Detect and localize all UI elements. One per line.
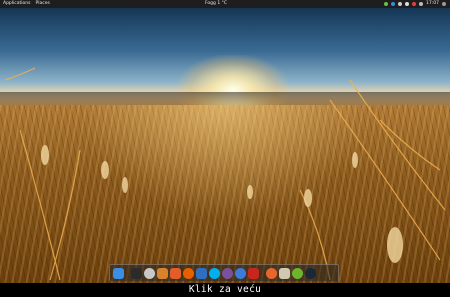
top-panel: Applications Places Fogg 1 °C 17:07 <box>0 0 450 8</box>
grass-stems <box>4 67 446 281</box>
places-menu[interactable]: Places <box>36 0 50 8</box>
wifi-icon[interactable] <box>405 2 410 6</box>
pdf-icon[interactable] <box>248 267 259 279</box>
android-icon[interactable] <box>292 267 303 279</box>
media-icon[interactable] <box>266 267 277 279</box>
web-icon[interactable] <box>235 267 246 279</box>
firefox-icon[interactable] <box>183 267 194 279</box>
terminal-icon[interactable] <box>131 267 142 279</box>
viber-icon[interactable] <box>222 267 233 279</box>
files-icon[interactable] <box>157 267 168 279</box>
photos-icon[interactable] <box>279 267 290 279</box>
power-icon[interactable] <box>442 2 446 6</box>
skype-icon[interactable] <box>209 267 220 279</box>
skype-tray-icon[interactable] <box>391 2 396 6</box>
dock <box>109 264 339 281</box>
mail-icon[interactable] <box>196 267 207 279</box>
enlarge-caption[interactable]: Klik za veću <box>0 283 450 297</box>
dropbox-icon[interactable] <box>398 2 403 6</box>
weather-indicator[interactable]: Fogg 1 °C <box>205 0 227 8</box>
finder-icon[interactable] <box>113 267 124 279</box>
store-icon[interactable] <box>170 267 181 279</box>
desktop <box>0 0 450 283</box>
applications-menu[interactable]: Applications <box>3 0 31 8</box>
settings-icon[interactable] <box>144 267 155 279</box>
volume-icon[interactable] <box>419 2 424 6</box>
network-icon[interactable] <box>384 2 389 6</box>
notification-icon[interactable] <box>412 2 417 6</box>
clock[interactable]: 17:07 <box>426 0 439 8</box>
steam-icon[interactable] <box>305 267 316 279</box>
